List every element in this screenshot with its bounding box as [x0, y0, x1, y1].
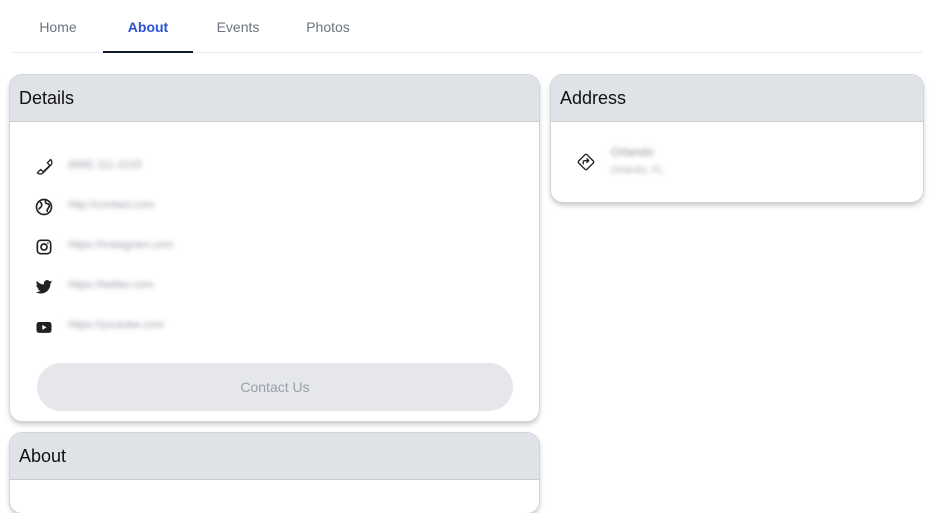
website-value[interactable]: http://contact.com [68, 199, 155, 211]
address-card: Address Orlando Orlando, FL [551, 75, 923, 202]
directions-icon[interactable] [575, 151, 597, 173]
youtube-icon [34, 317, 54, 337]
tab-events[interactable]: Events [193, 0, 283, 52]
address-title: Address [551, 75, 923, 122]
instagram-icon [34, 237, 54, 257]
detail-row-youtube: https://youtube.com [10, 315, 539, 339]
tab-bar: Home About Events Photos [13, 0, 922, 53]
details-card: Details (888) 111-2233 http://contact.co… [10, 75, 539, 421]
youtube-value[interactable]: https://youtube.com [68, 319, 164, 331]
phone-icon [34, 157, 54, 177]
tab-home[interactable]: Home [13, 0, 103, 52]
about-card: About [10, 433, 539, 513]
twitter-value[interactable]: https://twitter.com [68, 279, 154, 291]
address-region: Orlando, FL [611, 165, 664, 176]
twitter-icon [34, 277, 54, 297]
detail-row-twitter: https://twitter.com [10, 275, 539, 299]
contact-us-button[interactable]: Contact Us [37, 363, 513, 411]
about-title: About [10, 433, 539, 480]
details-title: Details [10, 75, 539, 122]
tab-photos[interactable]: Photos [283, 0, 373, 52]
tab-about[interactable]: About [103, 0, 193, 53]
detail-row-phone: (888) 111-2233 [10, 155, 539, 179]
detail-row-instagram: https://instagram.com [10, 235, 539, 259]
instagram-value[interactable]: https://instagram.com [68, 239, 173, 251]
phone-value[interactable]: (888) 111-2233 [68, 159, 142, 171]
globe-icon [34, 197, 54, 217]
detail-row-website: http://contact.com [10, 195, 539, 219]
address-city[interactable]: Orlando [611, 145, 654, 159]
